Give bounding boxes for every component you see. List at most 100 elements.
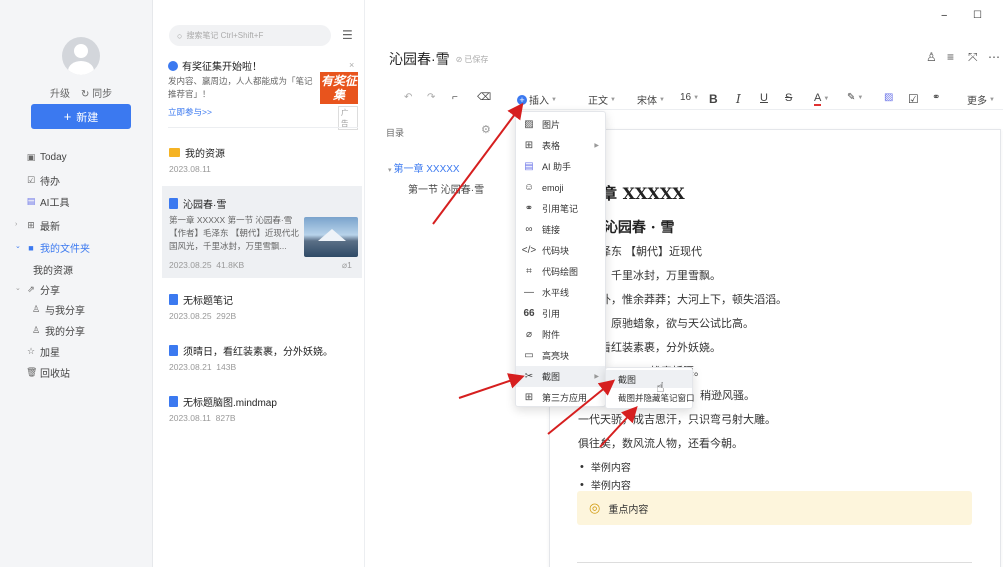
save-status-text: 已保存 bbox=[464, 54, 489, 64]
menu-item-code-drawing[interactable]: ⌗ 代码绘图 bbox=[516, 261, 605, 282]
sidebar-item-my-shares[interactable]: ♙ 我的分享 bbox=[31, 323, 85, 338]
menu-item-quote[interactable]: 66 引用 bbox=[516, 303, 605, 324]
eraser-icon[interactable]: ⌫ bbox=[477, 92, 491, 103]
menu-item-screenshot[interactable]: ✂ 截图 ▶ bbox=[516, 366, 605, 387]
sidebar-item-trash[interactable]: 🗑 回收站 bbox=[26, 365, 70, 380]
sidebar-item-shared-with-me[interactable]: ♙ 与我分享 bbox=[31, 302, 85, 317]
share-user-icon[interactable]: ♙ bbox=[926, 50, 937, 64]
sidebar-item-today[interactable]: ▣ Today bbox=[26, 152, 67, 163]
redo-icon[interactable]: ↷ bbox=[427, 92, 435, 103]
font-color-icon[interactable]: A ▼ bbox=[814, 92, 829, 106]
ad-banner[interactable]: 有奖征集开始啦！ 发内容、赢周边，人人都能成为「笔记推荐官」！ 立即参与>> ×… bbox=[168, 58, 358, 130]
note-list-panel: ○ ☰ 有奖征集开始啦！ 发内容、赢周边，人人都能成为「笔记推荐官」！ 立即参与… bbox=[154, 0, 365, 567]
list-item[interactable]: 无标题笔记 2023.08.25 292B bbox=[162, 284, 362, 326]
menu-item-highlight-block[interactable]: ▭ 高亮块 bbox=[516, 345, 605, 366]
ai-icon[interactable]: ▨ bbox=[884, 92, 893, 103]
menu-item-emoji[interactable]: ☺ emoji bbox=[516, 177, 605, 198]
ad-badge: 有奖征集 bbox=[320, 72, 358, 104]
chevron-right-icon[interactable]: › bbox=[15, 221, 17, 228]
more-icon[interactable]: ⋯ bbox=[988, 50, 1000, 64]
menu-item-take-screenshot[interactable]: 截图 bbox=[606, 370, 692, 388]
page-title-text[interactable]: 沁园春·雪 bbox=[389, 49, 450, 69]
sort-icon[interactable]: ☰ bbox=[342, 28, 353, 42]
note-title: 须晴日，看红装素裹，分外妖娆。 bbox=[169, 343, 333, 358]
divider bbox=[577, 562, 972, 563]
menu-item-ai-assistant[interactable]: ▤ AI 助手 bbox=[516, 156, 605, 177]
menu-item-image[interactable]: ▨ 图片 bbox=[516, 114, 605, 135]
note-title-text: 无标题笔记 bbox=[183, 296, 233, 307]
list-item[interactable]: 须晴日，看红装素裹，分外妖娆。 2023.08.21 143B bbox=[162, 336, 362, 378]
note-meta: 2023.08.11 bbox=[169, 164, 211, 174]
close-icon[interactable]: × bbox=[349, 60, 354, 70]
insert-button[interactable]: + 插入 ▼ bbox=[517, 92, 557, 107]
code-icon: </> bbox=[521, 245, 537, 256]
chevron-down-icon[interactable]: ⌄ bbox=[15, 284, 21, 292]
sidebar-item-latest[interactable]: ⊞ 最新 bbox=[26, 218, 60, 233]
sidebar-item-share[interactable]: ⇗ 分享 bbox=[26, 282, 60, 297]
note-meta: 2023.08.11 827B bbox=[169, 413, 236, 423]
list-item[interactable]: 我的资源 2023.08.11 bbox=[162, 138, 362, 180]
menu-item-third-party-apps[interactable]: ⊞ 第三方应用 bbox=[516, 387, 605, 408]
sync-button[interactable]: ↻ 同步 bbox=[81, 85, 112, 100]
menu-item-link[interactable]: ∞ 链接 bbox=[516, 219, 605, 240]
sidebar-item-ai-tools[interactable]: ▤ AI工具 bbox=[26, 194, 70, 209]
minimize-button[interactable]: − bbox=[941, 10, 947, 22]
sidebar-item-starred[interactable]: ☆ 加星 bbox=[26, 344, 60, 359]
menu-item-label: AI 助手 bbox=[542, 162, 572, 172]
more-tools-button[interactable]: 更多 ▼ bbox=[967, 92, 995, 107]
sidebar-item-my-folder[interactable]: ■ 我的文件夹 bbox=[26, 240, 90, 256]
user-icon: ♙ bbox=[31, 325, 41, 335]
chevron-down-icon: ▼ bbox=[659, 96, 665, 103]
italic-icon[interactable]: I bbox=[736, 92, 741, 106]
chevron-right-icon: ▶ bbox=[594, 374, 599, 380]
mindmap-icon bbox=[169, 396, 178, 407]
bold-icon[interactable]: B bbox=[709, 92, 718, 106]
undo-icon[interactable]: ↶ bbox=[404, 92, 412, 103]
gear-icon[interactable]: ⚙ bbox=[481, 123, 491, 136]
toc-item-h1[interactable]: ▾ 第一章 XXXXX bbox=[388, 160, 460, 175]
document-icon bbox=[169, 345, 178, 356]
collapse-icon[interactable]: ⤧ bbox=[968, 50, 978, 65]
underline-icon[interactable]: U bbox=[760, 92, 768, 104]
sidebar-item-my-resources[interactable]: 我的资源 bbox=[33, 262, 73, 277]
sync-label: 同步 bbox=[92, 89, 113, 100]
strikethrough-icon[interactable]: S bbox=[785, 92, 792, 104]
doc-bullet-item: 举例内容 bbox=[580, 459, 631, 474]
list-item[interactable]: 沁园春·雪 第一章 XXXXX 第一节 沁园春·雪【作者】毛泽东 【朝代】近现代… bbox=[162, 186, 362, 278]
new-button[interactable]: + 新建 bbox=[31, 104, 131, 129]
info-icon bbox=[168, 60, 178, 71]
doc-paragraph: 一代天骄，成吉思汗，只识弯弓射大雕。 bbox=[578, 414, 776, 426]
upgrade-link[interactable]: 升级 bbox=[50, 85, 70, 100]
menu-item-attachment[interactable]: ⌀ 附件 bbox=[516, 324, 605, 345]
menu-item-horizontal-rule[interactable]: — 水平线 bbox=[516, 282, 605, 303]
list-item[interactable]: 无标题脑图.mindmap 2023.08.11 827B bbox=[162, 387, 362, 429]
ad-link[interactable]: 立即参与>> bbox=[168, 106, 212, 118]
document-icon bbox=[169, 198, 178, 209]
search-box[interactable]: ○ bbox=[169, 25, 331, 46]
menu-item-reference-note[interactable]: ⚭ 引用笔记 bbox=[516, 198, 605, 219]
note-meta: 2023.08.21 143B bbox=[169, 362, 236, 372]
highlight-color-icon[interactable]: ✎ ▼ bbox=[847, 92, 863, 103]
check-circle-icon: ⊘ bbox=[455, 54, 463, 64]
paragraph-style-select[interactable]: 正文 ▼ bbox=[588, 92, 616, 107]
search-input[interactable] bbox=[186, 31, 325, 40]
menu-item-label: 代码块 bbox=[542, 246, 570, 256]
menu-item-code-block[interactable]: </> 代码块 bbox=[516, 240, 605, 261]
font-select[interactable]: 宋体 ▼ bbox=[637, 92, 665, 107]
font-size-select[interactable]: 16 ▼ bbox=[680, 92, 699, 103]
chevron-down-icon[interactable]: ⌄ bbox=[15, 242, 21, 250]
avatar[interactable] bbox=[62, 37, 100, 75]
format-painter-icon[interactable]: ⌐ bbox=[452, 92, 458, 103]
note-excerpt: 第一章 XXXXX 第一节 沁园春·雪【作者】毛泽东 【朝代】近现代北国风光，千… bbox=[169, 215, 299, 251]
menu-item-screenshot-hide-window[interactable]: 截图并隐藏笔记窗口 bbox=[606, 389, 695, 407]
link-icon[interactable]: ⚭ bbox=[932, 92, 940, 103]
checkbox-icon[interactable]: ☑ bbox=[908, 92, 919, 106]
sidebar-item-label: 与我分享 bbox=[45, 306, 85, 317]
editor-panel: − ☐ 沁园春·雪 ⊘ 已保存 ♙ ≡ ⤧ ⋯ ↶ ↷ ⌐ ⌫ + 插入 ▼ 正文 ▼ … bbox=[366, 0, 1003, 567]
document-page[interactable]: 一章 XXXXX 节 沁园春 · 雪 】毛泽东 【朝代】近现代 风光，千里冰封，… bbox=[549, 129, 1001, 567]
maximize-button[interactable]: ☐ bbox=[973, 10, 982, 21]
find-icon[interactable]: ≡ bbox=[947, 50, 954, 64]
toc-item-h2[interactable]: 第一节 沁园春·雪 bbox=[408, 181, 484, 196]
sidebar-item-todo[interactable]: ☑ 待办 bbox=[26, 173, 60, 188]
menu-item-table[interactable]: ⊞ 表格 ▶ bbox=[516, 135, 605, 156]
